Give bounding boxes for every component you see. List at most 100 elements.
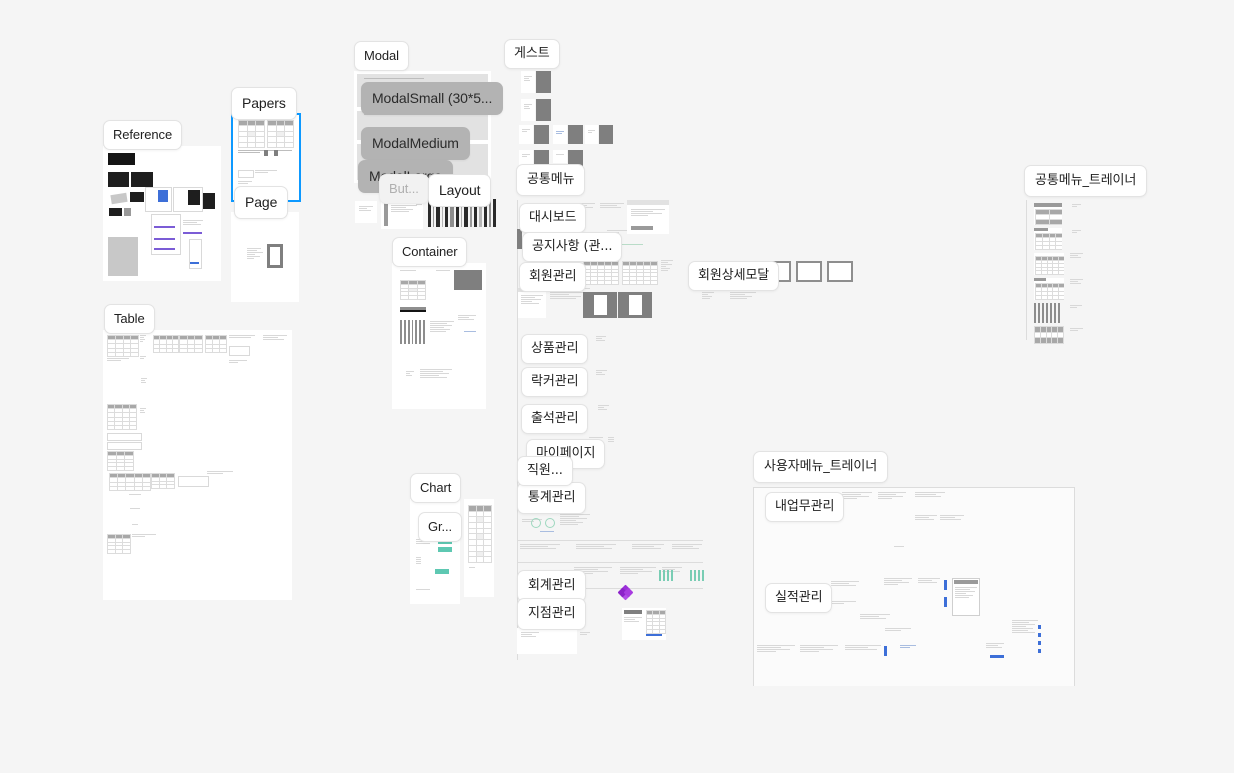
frame-label-member-modal[interactable]: 회원상세모달 xyxy=(688,261,780,291)
trainer-stripe-block xyxy=(1034,303,1062,323)
component-marker-icon[interactable] xyxy=(617,584,634,601)
branch-thumb-accent xyxy=(646,634,662,636)
frame-label-container[interactable]: Container xyxy=(392,237,468,267)
dashboard-screen-thumb[interactable] xyxy=(627,200,669,234)
table-notes-2 xyxy=(229,335,255,343)
frame-label-locker-mgmt[interactable]: 락커관리 xyxy=(521,367,589,397)
frame-guest-3b[interactable] xyxy=(534,125,549,144)
frame-guest-2b[interactable] xyxy=(536,99,551,121)
frame-label-button[interactable]: But... xyxy=(379,174,429,204)
perf-table-card[interactable] xyxy=(952,578,980,616)
table-block-3 xyxy=(179,335,203,353)
trainer-note-3 xyxy=(1070,253,1083,265)
frame-label-member-mgmt[interactable]: 회원관리 xyxy=(519,262,587,292)
frame-reference[interactable] xyxy=(103,146,221,281)
trainer-thumb-1-head xyxy=(1034,203,1062,207)
papers-table-b xyxy=(267,120,294,148)
member-modal-frame-2[interactable] xyxy=(796,261,822,282)
frame-label-stats-mgmt[interactable]: 통계관리 xyxy=(517,482,587,514)
table-notes-8 xyxy=(132,524,138,526)
frame-table[interactable] xyxy=(103,330,292,600)
container-title-a xyxy=(400,270,416,274)
frame-label-branch-mgmt[interactable]: 지점관리 xyxy=(517,598,587,630)
table-notes-5 xyxy=(207,471,233,475)
stats-kpi-accent xyxy=(540,531,554,534)
frame-graph-table[interactable] xyxy=(464,499,494,597)
accounting-row-2 xyxy=(620,567,656,581)
frame-label-attendance-mgmt[interactable]: 출석관리 xyxy=(521,404,589,434)
branch-thumb-table xyxy=(646,610,666,634)
ref-flow-bar-1 xyxy=(154,226,175,228)
table-notes-3 xyxy=(263,335,287,345)
attendance-thumb xyxy=(598,405,609,415)
frame-guest-3f[interactable] xyxy=(599,125,613,144)
frame-label-common-menu[interactable]: 공통메뉴 xyxy=(516,164,586,196)
frame-label-table[interactable]: Table xyxy=(104,304,155,334)
frame-label-my-work-mgmt[interactable]: 내업무관리 xyxy=(765,492,845,522)
perf-accent-g xyxy=(1038,641,1041,645)
perf-table-lines xyxy=(955,587,977,611)
frame-label-papers[interactable]: Papers xyxy=(231,87,297,120)
frame-label-graph[interactable]: Gr... xyxy=(418,512,463,542)
frame-label-dashboard[interactable]: 대시보드 xyxy=(519,203,587,233)
trainer-note-6 xyxy=(1070,328,1083,338)
frame-layout-a[interactable] xyxy=(355,201,377,223)
container-grid-notes xyxy=(430,321,454,343)
perf-thumb-j xyxy=(900,645,916,657)
ref-thumb-device-a xyxy=(110,192,128,205)
frame-label-user-trainer[interactable]: 사용자메뉴_트레이너 xyxy=(753,451,889,483)
frame-guest-3c[interactable] xyxy=(553,125,567,144)
stats-donut-a xyxy=(531,518,541,528)
frame-label-modal[interactable]: Modal xyxy=(354,41,409,71)
container-chip-row xyxy=(400,307,426,312)
frame-label-layout[interactable]: Layout xyxy=(428,174,492,207)
frame-label-chart[interactable]: Chart xyxy=(410,473,462,503)
table-col-mark-c xyxy=(140,408,146,418)
ref-flow-bar-3 xyxy=(154,248,175,250)
trainer-thumb-3-grid xyxy=(1035,256,1064,275)
trainer-thumb-4-head xyxy=(1034,278,1046,281)
frame-container[interactable] xyxy=(392,263,486,409)
my-work-thumb-b xyxy=(878,492,906,510)
trainer-thumb-3[interactable] xyxy=(1034,253,1064,275)
perf-accent-e xyxy=(1038,625,1041,629)
ref-doc-scan xyxy=(108,237,138,276)
frame-label-reference[interactable]: Reference xyxy=(103,120,183,150)
perf-accent-d xyxy=(990,655,1004,658)
container-form-table xyxy=(400,280,426,300)
design-canvas[interactable]: Reference Papers Page Table Modal ModalS… xyxy=(0,0,1234,773)
frame-label-page[interactable]: Page xyxy=(234,186,289,219)
frame-label-modal-small[interactable]: ModalSmall (30*5... xyxy=(361,82,504,115)
branch-thumb-card[interactable] xyxy=(622,608,666,640)
frame-guest-1b[interactable] xyxy=(536,71,551,93)
perf-accent-b xyxy=(944,597,947,607)
frame-label-notice[interactable]: 공지사항 (관... xyxy=(522,232,623,262)
trainer-note-1 xyxy=(1072,204,1081,212)
frame-page[interactable] xyxy=(231,212,299,302)
branch-detail-card[interactable] xyxy=(517,628,577,654)
graph-table-footer xyxy=(469,567,475,571)
member-modal-frame-3[interactable] xyxy=(827,261,853,282)
frame-label-common-trainer[interactable]: 공통메뉴_트레이너 xyxy=(1024,165,1148,197)
stats-note-cluster xyxy=(560,514,590,536)
trainer-thumb-1[interactable] xyxy=(1034,203,1062,225)
frame-label-staff[interactable]: 직원... xyxy=(517,456,573,486)
user-trainer-left-edge xyxy=(753,487,754,686)
frame-label-guest[interactable]: 게스트 xyxy=(504,39,560,69)
trainer-thumb-2[interactable] xyxy=(1034,228,1062,250)
frame-label-modal-medium[interactable]: ModalMedium xyxy=(361,127,470,160)
frame-guest-3d[interactable] xyxy=(568,125,583,144)
member-detail-thumb[interactable] xyxy=(518,288,546,318)
staff-thumb xyxy=(608,437,614,453)
frame-guest-1a[interactable] xyxy=(521,71,535,93)
frame-label-product-mgmt[interactable]: 상품관리 xyxy=(521,334,589,364)
trainer-thumb-4[interactable] xyxy=(1034,278,1064,300)
layout-a-lines xyxy=(359,206,373,216)
frame-label-performance-mgmt[interactable]: 실적관리 xyxy=(765,583,833,613)
ref-thumb-pair-b xyxy=(131,172,153,187)
trainer-thumb-6-grid xyxy=(1034,326,1064,344)
frame-guest-2a[interactable] xyxy=(521,99,535,121)
frame-guest-3a[interactable] xyxy=(519,125,533,144)
frame-guest-3e[interactable] xyxy=(585,125,598,144)
frame-guest-4c[interactable] xyxy=(553,150,567,163)
